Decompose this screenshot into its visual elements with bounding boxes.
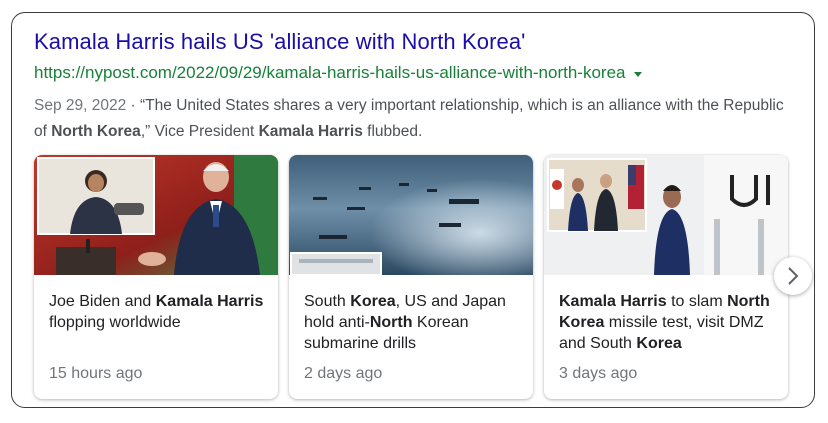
news-thumbnail-2 bbox=[289, 155, 533, 275]
carousel-next-button[interactable] bbox=[774, 257, 812, 295]
snippet-part-3: Kamala Harris bbox=[258, 123, 363, 140]
news-card-1[interactable]: Joe Biden and Kamala Harris flopping wor… bbox=[34, 155, 278, 399]
search-result-card: Kamala Harris hails US 'alliance with No… bbox=[11, 12, 815, 408]
headline-2-part-0: South bbox=[304, 293, 351, 310]
chevron-right-icon bbox=[788, 267, 799, 285]
snippet-body: “The United States shares a very importa… bbox=[34, 97, 784, 140]
news-headline-2: South Korea, US and Japan hold anti-Nort… bbox=[304, 291, 522, 354]
snippet-part-1: North Korea bbox=[51, 123, 141, 140]
news-thumbnail-1 bbox=[34, 155, 278, 275]
snippet-part-2: ,” Vice President bbox=[140, 123, 259, 140]
news-headline-1: Joe Biden and Kamala Harris flopping wor… bbox=[49, 291, 267, 333]
headline-2-part-3: North bbox=[369, 314, 413, 331]
news-headline-3: Kamala Harris to slam North Korea missil… bbox=[559, 291, 777, 354]
headline-1-part-2: flopping worldwide bbox=[49, 314, 181, 331]
result-date: Sep 29, 2022 bbox=[34, 97, 127, 114]
news-time-2: 2 days ago bbox=[304, 365, 383, 382]
snippet-part-4: flubbed. bbox=[362, 123, 423, 140]
snippet-separator: · bbox=[126, 97, 141, 114]
headline-3-part-4: Korea bbox=[636, 335, 682, 352]
headline-1-part-0: Joe Biden and bbox=[49, 293, 156, 310]
news-time-3: 3 days ago bbox=[559, 365, 638, 382]
news-card-3[interactable]: Kamala Harris to slam North Korea missil… bbox=[544, 155, 788, 399]
headline-3-part-0: Kamala Harris bbox=[559, 293, 667, 310]
headline-2-part-1: Korea bbox=[350, 293, 396, 310]
result-url-row: https://nypost.com/2022/09/29/kamala-har… bbox=[34, 63, 642, 83]
caret-down-icon[interactable] bbox=[633, 71, 642, 77]
headline-1-part-1: Kamala Harris bbox=[155, 293, 264, 310]
news-card-2[interactable]: South Korea, US and Japan hold anti-Nort… bbox=[289, 155, 533, 399]
news-thumbnail-3 bbox=[544, 155, 788, 275]
headline-3-part-1: to slam bbox=[666, 293, 728, 310]
result-url[interactable]: https://nypost.com/2022/09/29/kamala-har… bbox=[34, 63, 626, 83]
result-snippet: Sep 29, 2022 · “The United States shares… bbox=[34, 93, 794, 145]
news-time-1: 15 hours ago bbox=[49, 365, 143, 382]
result-title-link[interactable]: Kamala Harris hails US 'alliance with No… bbox=[34, 29, 525, 55]
